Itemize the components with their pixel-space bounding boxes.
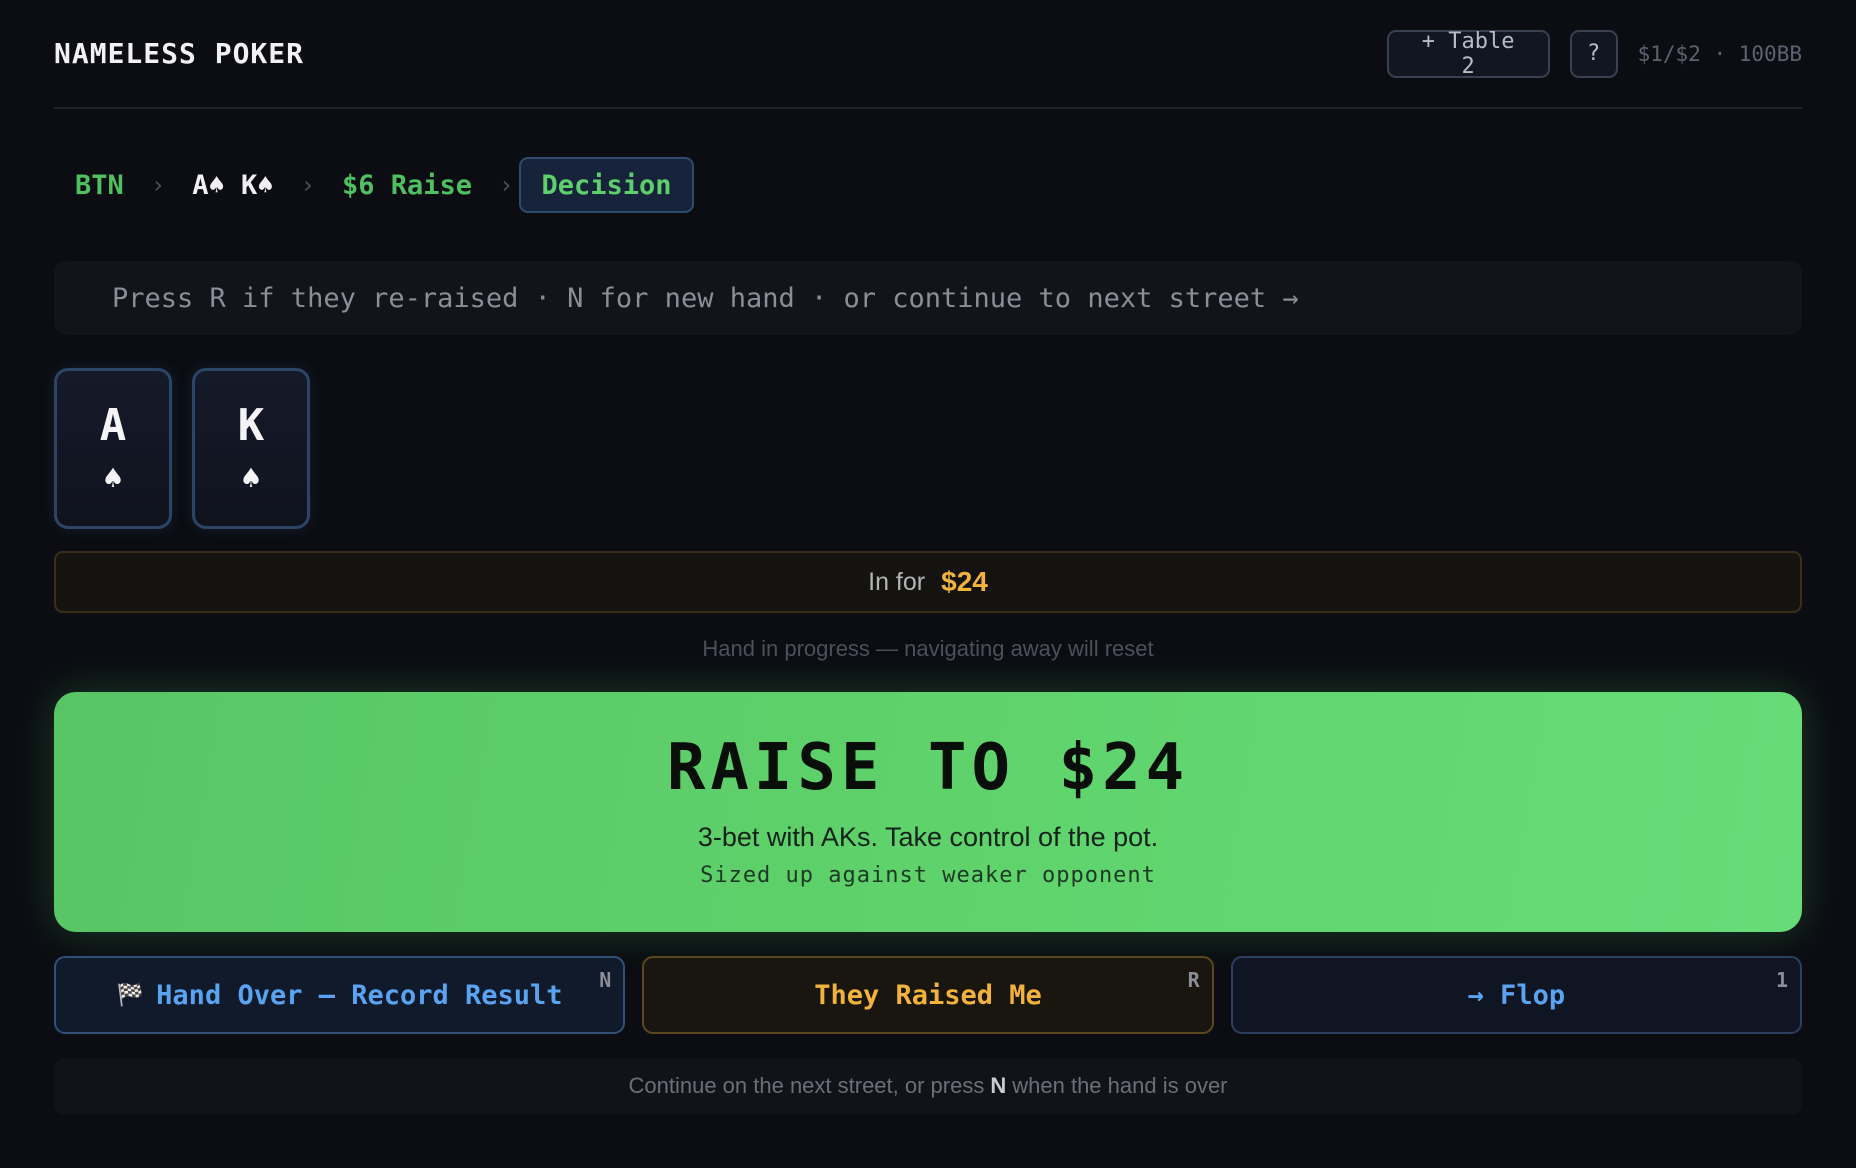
breadcrumb: BTN › A♠ K♠ › $6 Raise › Decision: [54, 157, 1802, 213]
recommended-action-banner: RAISE TO $24 3-bet with AKs. Take contro…: [54, 692, 1802, 932]
invested-amount-bar: In for $24: [54, 551, 1802, 613]
keyboard-hint: Press R if they re-raised · N for new ha…: [54, 261, 1802, 335]
card-rank: K: [237, 399, 265, 451]
hole-cards: A ♠ K ♠: [54, 368, 1802, 529]
hand-over-button[interactable]: 🏁 Hand Over — Record Result N: [54, 956, 626, 1034]
breadcrumb-current-step: Decision: [519, 157, 694, 213]
action-headline: RAISE TO $24: [666, 731, 1190, 805]
brand-title: NAMELESS POKER: [54, 37, 305, 70]
breadcrumb-action[interactable]: $6 Raise: [321, 157, 493, 213]
hand-over-label: Hand Over — Record Result: [156, 979, 563, 1011]
stakes-label: $1/$2 · 100BB: [1637, 41, 1802, 66]
spade-icon: ♠: [241, 458, 261, 497]
app: NAMELESS POKER + Table 2 ? $1/$2 · 100BB…: [0, 0, 1856, 1168]
breadcrumb-separator: ›: [300, 171, 315, 199]
next-street-flop-button[interactable]: → Flop 1: [1230, 956, 1802, 1034]
action-reason: 3-bet with AKs. Take control of the pot.: [697, 822, 1159, 852]
shortcut-key-badge: N: [599, 968, 612, 992]
action-sizing-note: Sized up against weaker opponent: [700, 863, 1156, 888]
footer-text-before: Continue on the next street, or press: [628, 1073, 985, 1098]
breadcrumb-hand[interactable]: A♠ K♠: [171, 157, 294, 213]
flop-label: → Flop: [1467, 979, 1566, 1011]
breadcrumb-position[interactable]: BTN: [54, 157, 145, 213]
action-buttons: 🏁 Hand Over — Record Result N They Raise…: [54, 956, 1802, 1034]
breadcrumb-separator: ›: [499, 171, 514, 199]
app-header: NAMELESS POKER + Table 2 ? $1/$2 · 100BB: [54, 0, 1802, 109]
add-table-button[interactable]: + Table 2: [1386, 29, 1550, 79]
footer-text-after: when the hand is over: [1012, 1073, 1228, 1098]
help-button[interactable]: ?: [1569, 29, 1618, 78]
hand-progress-warning: Hand in progress — navigating away will …: [702, 636, 1154, 661]
card-rank: A: [99, 399, 127, 451]
spade-icon: ♠: [103, 458, 123, 497]
they-raised-button[interactable]: They Raised Me R: [642, 956, 1214, 1034]
header-actions: + Table 2 ? $1/$2 · 100BB: [1386, 29, 1802, 79]
playing-card: A ♠: [54, 368, 172, 529]
footer-instruction: Continue on the next street, or press N …: [54, 1058, 1802, 1114]
shortcut-key-badge: 1: [1775, 968, 1788, 992]
they-raised-label: They Raised Me: [814, 979, 1042, 1011]
invested-label: In for: [868, 567, 926, 596]
checkered-flag-icon: 🏁: [116, 982, 145, 1008]
footer-key: N: [990, 1073, 1007, 1098]
invested-amount: $24: [941, 566, 988, 597]
playing-card: K ♠: [192, 368, 310, 529]
breadcrumb-separator: ›: [150, 171, 166, 199]
shortcut-key-badge: R: [1187, 968, 1200, 992]
